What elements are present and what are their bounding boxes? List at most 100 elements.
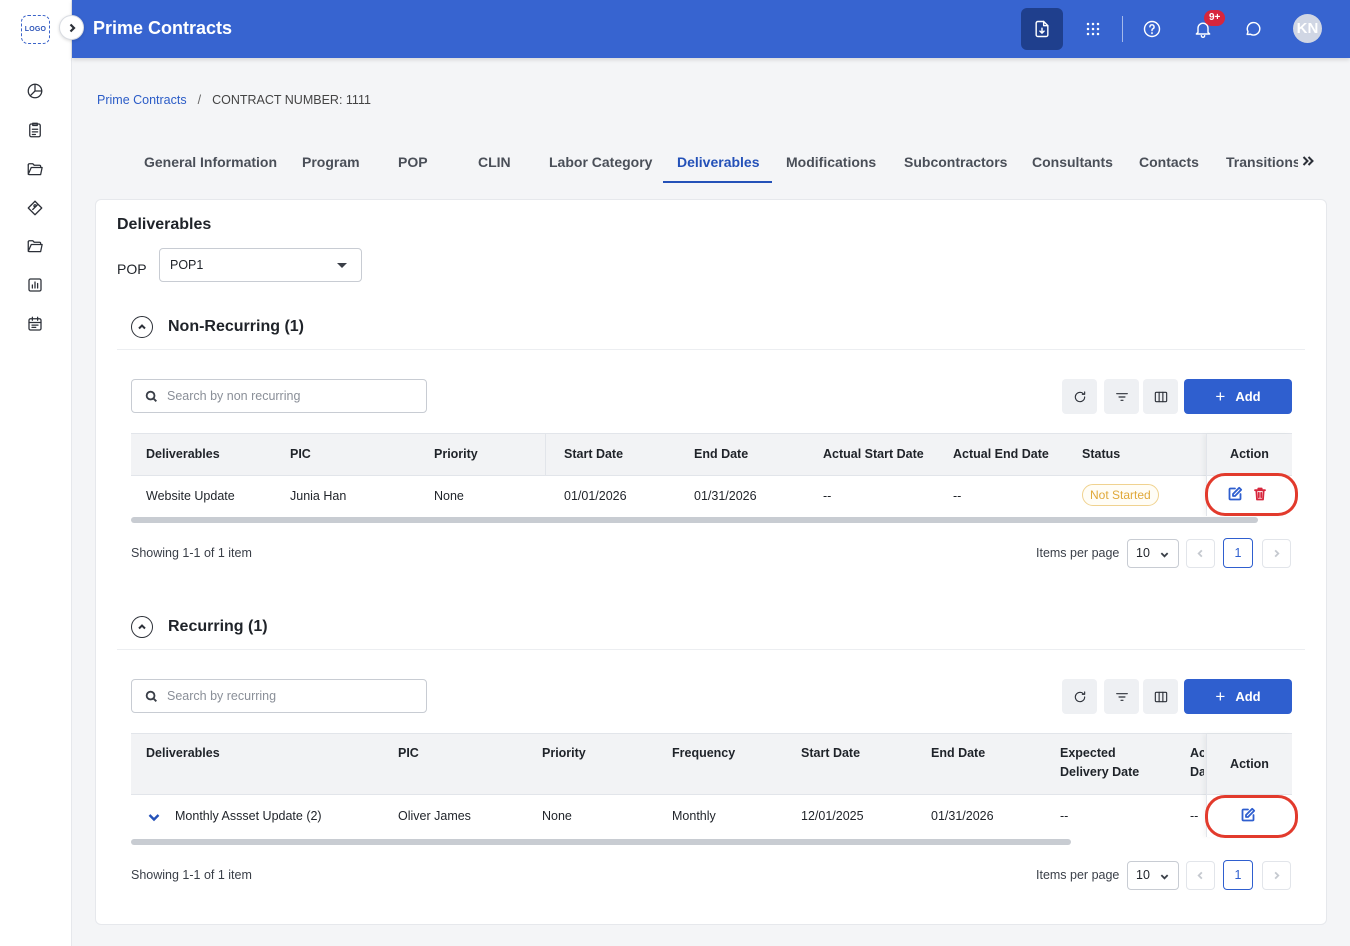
- tab-program[interactable]: Program: [302, 154, 360, 170]
- non-recurring-columns-button[interactable]: [1143, 379, 1178, 414]
- folder-open-icon[interactable]: [24, 235, 46, 257]
- items-per-page-select[interactable]: 10: [1127, 861, 1179, 890]
- page-number-button[interactable]: 1: [1223, 538, 1253, 568]
- tab-subcontractors[interactable]: Subcontractors: [904, 154, 1007, 170]
- pop-select[interactable]: POP1: [159, 248, 362, 282]
- breadcrumb-root-link[interactable]: Prime Contracts: [97, 93, 187, 107]
- cell-priority: None: [434, 489, 464, 503]
- recurring-refresh-button[interactable]: [1062, 679, 1097, 714]
- columns-icon: [1154, 391, 1167, 402]
- deliverables-card: Deliverables POP POP1 Non-Recurring (1) …: [95, 199, 1327, 925]
- chevron-down-icon: [1160, 874, 1169, 880]
- recurring-collapse-button[interactable]: [131, 616, 153, 638]
- tab-bar: General Information Program POP CLIN Lab…: [130, 140, 1320, 184]
- recurring-columns-button[interactable]: [1143, 679, 1178, 714]
- refresh-icon: [1074, 390, 1085, 402]
- col-actual-start-date[interactable]: Actual Start Date: [823, 445, 924, 464]
- col-end-date[interactable]: End Date: [931, 744, 985, 763]
- col-expected-delivery-date[interactable]: Expected Delivery Date: [1060, 744, 1150, 782]
- tab-deliverables[interactable]: Deliverables: [677, 154, 760, 170]
- non-recurring-add-label: Add: [1235, 389, 1261, 404]
- cell-start-date: 12/01/2025: [801, 809, 864, 823]
- tab-pop[interactable]: POP: [398, 154, 428, 170]
- tab-labor-category[interactable]: Labor Category: [549, 154, 652, 170]
- user-avatar[interactable]: KN: [1293, 14, 1322, 43]
- cell-actual-date: --: [1190, 809, 1199, 823]
- items-per-page-select[interactable]: 10: [1127, 539, 1179, 568]
- cell-pic: Junia Han: [290, 489, 347, 503]
- col-start-date[interactable]: Start Date: [564, 445, 623, 464]
- col-priority[interactable]: Priority: [542, 744, 586, 763]
- plus-icon: +: [1215, 687, 1226, 706]
- pie-chart-icon[interactable]: [24, 80, 46, 102]
- section-divider: [117, 649, 1305, 650]
- col-status[interactable]: Status: [1082, 445, 1120, 464]
- help-icon: [1143, 20, 1161, 38]
- recurring-title: Recurring (1): [168, 618, 268, 635]
- col-actual-end-date[interactable]: Actual End Date: [953, 445, 1049, 464]
- col-action: Action: [1207, 734, 1292, 795]
- tab-general-information[interactable]: General Information: [144, 154, 277, 170]
- non-recurring-collapse-button[interactable]: [131, 316, 153, 338]
- cell-pic: Oliver James: [398, 809, 471, 823]
- non-recurring-search[interactable]: [131, 379, 427, 413]
- non-recurring-header: Non-Recurring (1): [131, 316, 304, 338]
- non-recurring-filter-button[interactable]: [1104, 379, 1139, 414]
- tag-icon[interactable]: [24, 197, 46, 219]
- page-number-button[interactable]: 1: [1223, 860, 1253, 890]
- col-start-date[interactable]: Start Date: [801, 744, 860, 763]
- col-end-date[interactable]: End Date: [694, 445, 748, 464]
- recurring-add-button[interactable]: + Add: [1184, 679, 1292, 714]
- horizontal-scrollbar[interactable]: [131, 839, 1071, 845]
- plus-icon: +: [1215, 387, 1226, 406]
- recurring-search[interactable]: [131, 679, 427, 713]
- pop-select-value: POP1: [170, 258, 204, 272]
- recurring-header: Recurring (1): [131, 616, 268, 638]
- search-icon: [145, 690, 157, 702]
- non-recurring-add-button[interactable]: + Add: [1184, 379, 1292, 414]
- cell-expected-delivery-date: --: [1060, 809, 1069, 823]
- tab-consultants[interactable]: Consultants: [1032, 154, 1113, 170]
- recurring-search-input[interactable]: [167, 689, 407, 703]
- col-deliverables[interactable]: Deliverables: [146, 445, 220, 464]
- cell-start-date: 01/01/2026: [564, 489, 627, 503]
- chevron-right-icon: [1274, 549, 1280, 558]
- app-logo[interactable]: LOGO: [21, 15, 50, 44]
- non-recurring-search-input[interactable]: [167, 389, 407, 403]
- non-recurring-refresh-button[interactable]: [1062, 379, 1097, 414]
- clipboard-icon[interactable]: [24, 119, 46, 141]
- tabs-scroll-right-button[interactable]: [1301, 154, 1317, 170]
- tab-transitions[interactable]: Transitions: [1226, 154, 1298, 170]
- prev-page-button[interactable]: [1186, 861, 1215, 890]
- col-priority[interactable]: Priority: [434, 445, 478, 464]
- col-pic[interactable]: PIC: [290, 445, 311, 464]
- recurring-filter-button[interactable]: [1104, 679, 1139, 714]
- tab-contacts[interactable]: Contacts: [1139, 154, 1199, 170]
- chat-button[interactable]: [1232, 8, 1274, 50]
- col-deliverables[interactable]: Deliverables: [146, 744, 220, 763]
- calendar-icon[interactable]: [24, 313, 46, 335]
- expand-row-button[interactable]: [147, 810, 161, 824]
- col-pic[interactable]: PIC: [398, 744, 419, 763]
- expand-sidebar-button[interactable]: [59, 15, 84, 40]
- apps-button[interactable]: [1072, 8, 1114, 50]
- help-button[interactable]: [1131, 8, 1173, 50]
- notifications-button[interactable]: 9+: [1182, 8, 1226, 50]
- next-page-button[interactable]: [1262, 539, 1291, 568]
- horizontal-scrollbar[interactable]: [131, 517, 1258, 523]
- folder-icon[interactable]: [24, 158, 46, 180]
- topbar-divider: [1122, 16, 1123, 42]
- non-recurring-table: Deliverables PIC Priority Start Date End…: [131, 433, 1292, 523]
- prev-page-button[interactable]: [1186, 539, 1215, 568]
- table-row[interactable]: Monthly Assset Update (2) Oliver James N…: [131, 795, 1292, 837]
- col-actual-date[interactable]: Ac Da: [1190, 744, 1204, 782]
- col-frequency[interactable]: Frequency: [672, 744, 735, 763]
- report-icon[interactable]: [24, 274, 46, 296]
- section-divider: [117, 349, 1305, 350]
- download-button[interactable]: [1021, 8, 1063, 50]
- tab-modifications[interactable]: Modifications: [786, 154, 876, 170]
- tab-clin[interactable]: CLIN: [478, 154, 511, 170]
- table-row[interactable]: Website Update Junia Han None 01/01/2026…: [131, 476, 1292, 516]
- chevron-down-icon: [148, 814, 160, 822]
- next-page-button[interactable]: [1262, 861, 1291, 890]
